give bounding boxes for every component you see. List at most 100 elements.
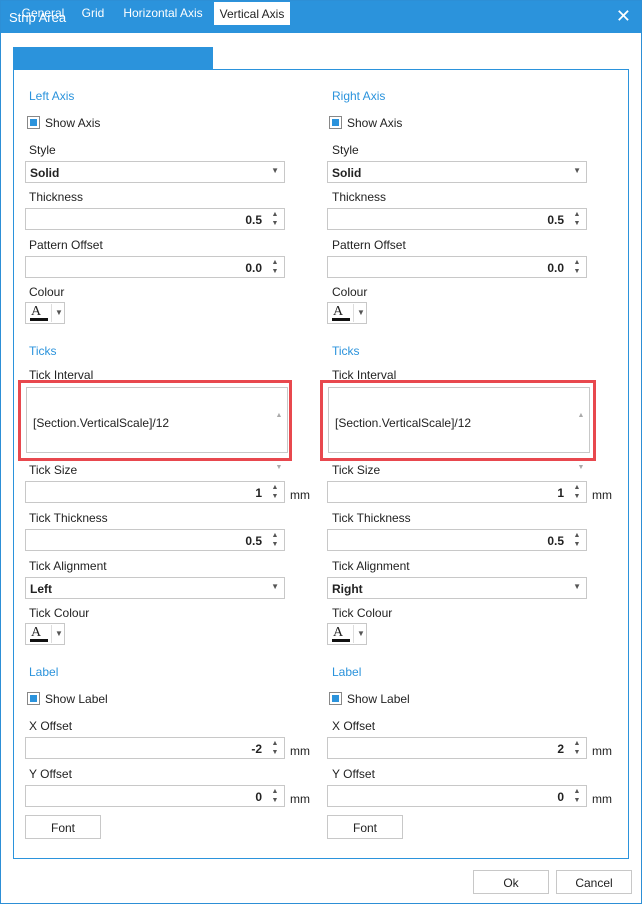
spin-arrows-icon[interactable]: ▲ ▼ xyxy=(270,483,280,501)
spin-arrows-icon[interactable]: ▲ ▼ xyxy=(572,531,582,549)
select-value: Left xyxy=(30,582,52,596)
chevron-down-icon: ▼ xyxy=(271,582,279,591)
spin-arrows-icon[interactable]: ▲ ▼ xyxy=(270,258,280,276)
chevron-down-icon: ▼ xyxy=(271,166,279,175)
right-style-select[interactable]: Solid ▼ xyxy=(327,161,587,183)
tab-vertical-axis[interactable]: Vertical Axis xyxy=(213,1,291,25)
spinner-value: 1 xyxy=(255,486,262,500)
chevron-down-icon: ▼ xyxy=(357,629,365,638)
left-font-button[interactable]: Font xyxy=(25,815,101,839)
spin-arrows-icon[interactable]: ▲ ▼ xyxy=(270,739,280,757)
spin-arrows-icon[interactable]: ▲ ▼ xyxy=(572,483,582,501)
checkbox-box[interactable] xyxy=(329,692,342,705)
tab-grid[interactable]: Grid xyxy=(73,1,113,23)
left-colour-label: Colour xyxy=(29,285,65,299)
select-value: Right xyxy=(332,582,363,596)
right-y-offset-label: Y Offset xyxy=(332,767,375,781)
left-tick-size-spinner[interactable]: 1 ▲ ▼ xyxy=(25,481,285,503)
right-label-heading: Label xyxy=(332,665,362,679)
right-tick-thickness-spinner[interactable]: 0.5 ▲ ▼ xyxy=(327,529,587,551)
left-tick-colour-label: Tick Colour xyxy=(29,606,90,620)
left-tick-size-label: Tick Size xyxy=(29,463,78,477)
spin-arrows-icon[interactable]: ▲ ▼ xyxy=(572,739,582,757)
spin-arrows-icon[interactable]: ▲ ▼ xyxy=(572,258,582,276)
right-ticks-heading: Ticks xyxy=(332,344,360,358)
right-tick-alignment-label: Tick Alignment xyxy=(332,559,410,573)
right-axis-heading: Right Axis xyxy=(332,89,386,103)
checkbox-box[interactable] xyxy=(27,116,40,129)
select-value: Solid xyxy=(30,166,60,180)
unit-label: mm xyxy=(290,488,310,502)
left-pattern-offset-spinner[interactable]: 0.0 ▲ ▼ xyxy=(25,256,285,278)
right-tick-thickness-label: Tick Thickness xyxy=(332,511,411,525)
right-tick-colour-picker[interactable]: A ▼ xyxy=(327,623,367,645)
checkbox-box[interactable] xyxy=(27,692,40,705)
right-tick-size-spinner[interactable]: 1 ▲ ▼ xyxy=(327,481,587,503)
right-colour-picker[interactable]: A ▼ xyxy=(327,302,367,324)
right-x-offset-spinner[interactable]: 2 ▲ ▼ xyxy=(327,737,587,759)
right-y-offset-spinner[interactable]: 0 ▲ ▼ xyxy=(327,785,587,807)
left-x-offset-spinner[interactable]: -2 ▲ ▼ xyxy=(25,737,285,759)
right-pattern-offset-label: Pattern Offset xyxy=(332,238,406,252)
right-tick-size-label: Tick Size xyxy=(332,463,381,477)
tab-general[interactable]: General xyxy=(13,1,73,23)
spinner-value: 2 xyxy=(557,742,564,756)
unit-label: mm xyxy=(592,792,612,806)
colour-swatch xyxy=(332,639,350,642)
left-label-heading: Label xyxy=(29,665,59,679)
unit-label: mm xyxy=(592,744,612,758)
left-y-offset-label: Y Offset xyxy=(29,767,72,781)
checkbox-label: Show Label xyxy=(45,692,108,706)
select-value: Solid xyxy=(332,166,362,180)
left-y-offset-spinner[interactable]: 0 ▲ ▼ xyxy=(25,785,285,807)
left-x-offset-label: X Offset xyxy=(29,719,73,733)
left-thickness-label: Thickness xyxy=(29,190,84,204)
right-tick-alignment-select[interactable]: Right ▼ xyxy=(327,577,587,599)
cancel-button[interactable]: Cancel xyxy=(556,870,632,894)
left-style-select[interactable]: Solid ▼ xyxy=(25,161,285,183)
unit-label: mm xyxy=(290,792,310,806)
checkbox-label: Show Axis xyxy=(45,116,101,130)
spin-arrows-icon[interactable]: ▲ ▼ xyxy=(572,210,582,228)
left-pattern-offset-label: Pattern Offset xyxy=(29,238,103,252)
spin-arrows-icon[interactable]: ▲ ▼ xyxy=(270,531,280,549)
highlight-box xyxy=(18,380,292,461)
tab-horizontal-axis[interactable]: Horizontal Axis xyxy=(113,1,213,23)
right-thickness-spinner[interactable]: 0.5 ▲ ▼ xyxy=(327,208,587,230)
spin-arrows-icon[interactable]: ▲ ▼ xyxy=(270,787,280,805)
tab-bar xyxy=(13,47,213,69)
right-font-button[interactable]: Font xyxy=(327,815,403,839)
right-x-offset-label: X Offset xyxy=(332,719,376,733)
colour-swatch xyxy=(30,639,48,642)
right-colour-label: Colour xyxy=(332,285,368,299)
left-tick-colour-picker[interactable]: A ▼ xyxy=(25,623,65,645)
left-style-label: Style xyxy=(29,143,56,157)
highlight-box xyxy=(320,380,596,461)
left-tick-thickness-label: Tick Thickness xyxy=(29,511,108,525)
chevron-down-icon: ▼ xyxy=(55,629,63,638)
spinner-value: 0 xyxy=(255,790,262,804)
colour-swatch xyxy=(30,318,48,321)
right-style-label: Style xyxy=(332,143,359,157)
spin-arrows-icon[interactable]: ▲ ▼ xyxy=(270,210,280,228)
close-icon[interactable]: ✕ xyxy=(616,6,631,27)
left-tick-thickness-spinner[interactable]: 0.5 ▲ ▼ xyxy=(25,529,285,551)
spinner-value: -2 xyxy=(251,742,262,756)
left-tick-alignment-select[interactable]: Left ▼ xyxy=(25,577,285,599)
unit-label: mm xyxy=(592,488,612,502)
left-axis-heading: Left Axis xyxy=(29,89,75,103)
chevron-down-icon: ▼ xyxy=(357,308,365,317)
spinner-value: 1 xyxy=(557,486,564,500)
spinner-value: 0.5 xyxy=(547,534,564,548)
spinner-value: 0.0 xyxy=(245,261,262,275)
ok-button[interactable]: Ok xyxy=(473,870,549,894)
left-colour-picker[interactable]: A ▼ xyxy=(25,302,65,324)
right-pattern-offset-spinner[interactable]: 0.0 ▲ ▼ xyxy=(327,256,587,278)
spinner-value: 0 xyxy=(557,790,564,804)
checkbox-box[interactable] xyxy=(329,116,342,129)
spinner-value: 0.5 xyxy=(547,213,564,227)
chevron-down-icon: ▼ xyxy=(573,582,581,591)
checkbox-label: Show Label xyxy=(347,692,410,706)
left-thickness-spinner[interactable]: 0.5 ▲ ▼ xyxy=(25,208,285,230)
spin-arrows-icon[interactable]: ▲ ▼ xyxy=(572,787,582,805)
